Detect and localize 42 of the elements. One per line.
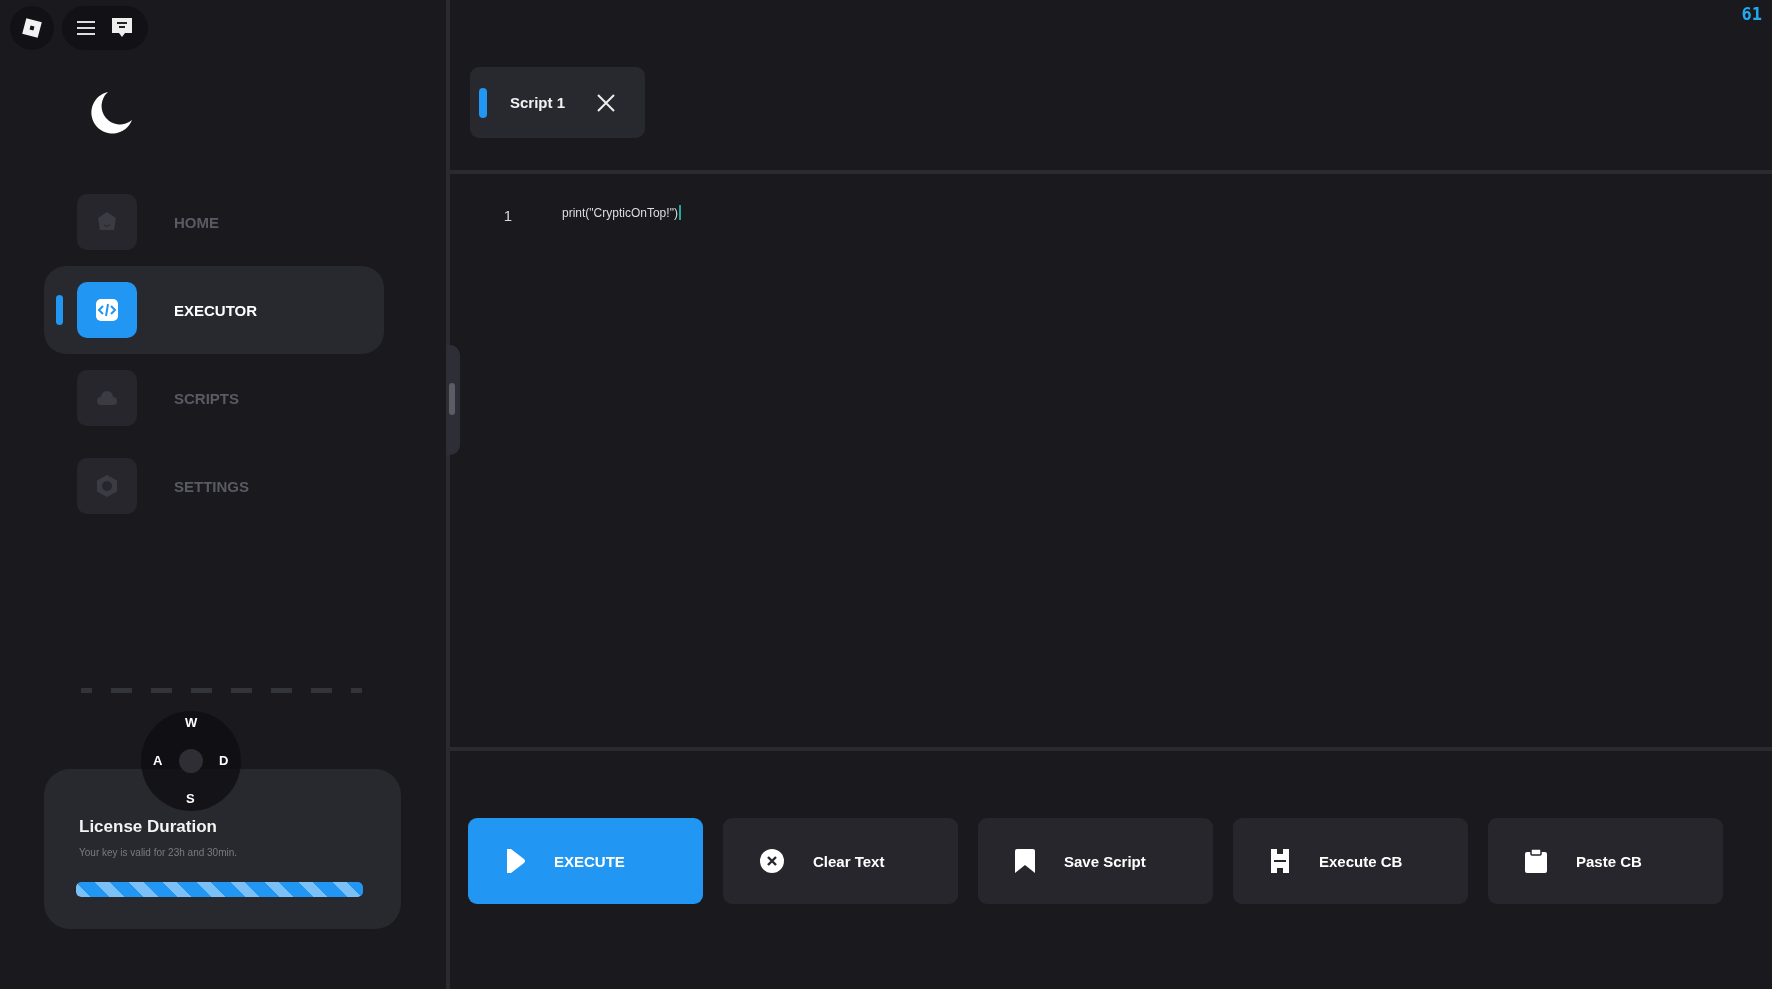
selection-indicator xyxy=(56,295,63,325)
dash xyxy=(271,688,292,693)
moon-logo-icon xyxy=(88,90,134,136)
joystick-key: S xyxy=(186,791,195,806)
dash xyxy=(151,688,172,693)
fps-counter: 61 xyxy=(1741,4,1762,24)
dash xyxy=(351,688,362,693)
joystick-key: D xyxy=(219,753,229,768)
chat-icon[interactable] xyxy=(110,17,134,39)
nav-item[interactable]: EXECUTOR xyxy=(44,266,384,354)
settings-icon xyxy=(95,474,119,498)
joystick-key: W xyxy=(185,715,198,730)
license-title: License Duration xyxy=(79,817,217,837)
clipboard-icon xyxy=(1524,848,1548,874)
joystick-key: A xyxy=(153,753,163,768)
resize-handle[interactable] xyxy=(446,345,460,455)
code-editor[interactable]: 1 print("CrypticOnTop!") xyxy=(450,174,1772,751)
code-icon xyxy=(95,298,119,322)
text-cursor xyxy=(678,205,681,220)
action-button[interactable]: Execute CB xyxy=(1233,818,1468,904)
line-number: 1 xyxy=(502,207,512,224)
dash xyxy=(81,688,92,693)
play-icon xyxy=(504,848,526,874)
dash xyxy=(191,688,212,693)
dash xyxy=(231,688,252,693)
script-tab[interactable]: Script 1 xyxy=(470,67,645,138)
action-button[interactable]: Clear Text xyxy=(723,818,958,904)
action-button[interactable]: Save Script xyxy=(978,818,1213,904)
dash xyxy=(111,688,132,693)
code-line: print("CrypticOnTop!") xyxy=(562,205,678,220)
action-button[interactable]: Paste CB xyxy=(1488,818,1723,904)
logo-icon xyxy=(22,18,42,38)
close-icon[interactable] xyxy=(597,93,616,112)
app-logo-button[interactable] xyxy=(10,6,54,50)
tab-indicator xyxy=(479,87,487,118)
clipboard-run-icon xyxy=(1269,848,1291,874)
license-text: Your key is valid for 23h and 30min. xyxy=(79,847,239,858)
bookmark-icon xyxy=(1014,848,1036,874)
joystick[interactable]: W A D S xyxy=(141,711,241,811)
clear-icon xyxy=(759,848,785,874)
dash xyxy=(311,688,332,693)
menu-icon[interactable] xyxy=(76,20,96,36)
